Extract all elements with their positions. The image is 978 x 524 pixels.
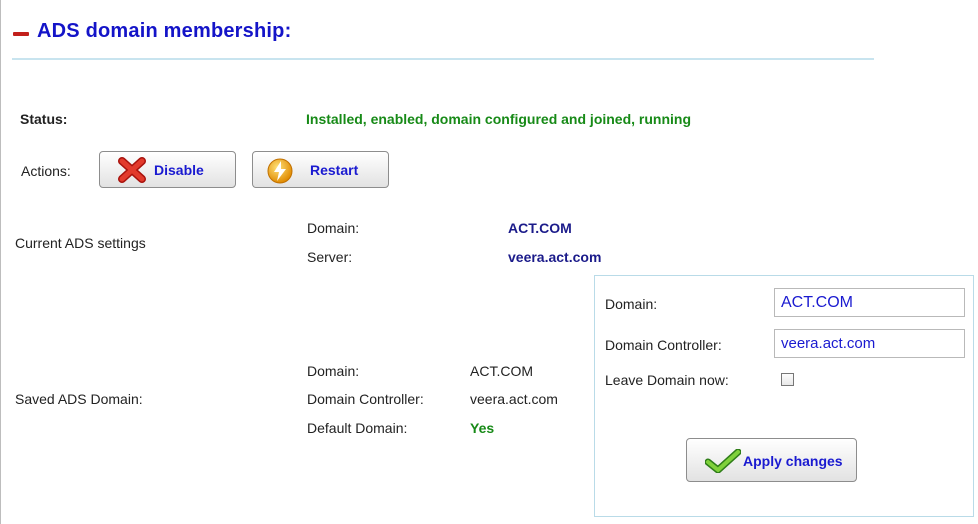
- red-x-icon: [118, 157, 146, 183]
- domain-input[interactable]: ACT.COM: [774, 288, 965, 317]
- saved-controller-value: veera.act.com: [470, 391, 558, 407]
- domain-settings-panel: Domain: ACT.COM Domain Controller: veera…: [594, 275, 974, 517]
- saved-default-label: Default Domain:: [307, 420, 408, 436]
- form-domain-label: Domain:: [605, 296, 658, 312]
- leave-domain-label: Leave Domain now:: [605, 372, 729, 388]
- checkmark-icon: [705, 449, 741, 473]
- section-header: ADS domain membership:: [12, 20, 874, 60]
- domain-controller-input[interactable]: veera.act.com: [774, 329, 965, 358]
- restart-button-label: Restart: [310, 162, 359, 178]
- leave-domain-checkbox[interactable]: [781, 373, 794, 386]
- domain-controller-input-value: veera.act.com: [781, 335, 876, 352]
- page-title: ADS domain membership:: [37, 20, 292, 42]
- disable-button-label: Disable: [154, 162, 204, 178]
- disable-button[interactable]: Disable: [99, 151, 236, 188]
- current-server-label: Server:: [307, 249, 353, 265]
- minus-icon[interactable]: [13, 32, 29, 36]
- current-settings-label: Current ADS settings: [15, 235, 146, 251]
- lightning-icon: [267, 158, 293, 184]
- current-domain-label: Domain:: [307, 220, 360, 236]
- apply-changes-button[interactable]: Apply changes: [686, 438, 857, 482]
- domain-input-value: ACT.COM: [781, 293, 853, 311]
- saved-default-value: Yes: [470, 420, 495, 436]
- restart-button[interactable]: Restart: [252, 151, 389, 188]
- apply-changes-label: Apply changes: [743, 453, 843, 469]
- saved-domain-section-label: Saved ADS Domain:: [15, 391, 143, 407]
- saved-domain-value: ACT.COM: [470, 363, 533, 379]
- actions-label: Actions:: [21, 163, 71, 179]
- status-value: Installed, enabled, domain configured an…: [306, 111, 692, 127]
- saved-controller-label: Domain Controller:: [307, 391, 424, 407]
- saved-domain-label: Domain:: [307, 363, 360, 379]
- form-controller-label: Domain Controller:: [605, 337, 722, 353]
- status-label: Status:: [20, 111, 68, 127]
- current-domain-value: ACT.COM: [508, 220, 572, 236]
- current-server-value: veera.act.com: [508, 249, 602, 265]
